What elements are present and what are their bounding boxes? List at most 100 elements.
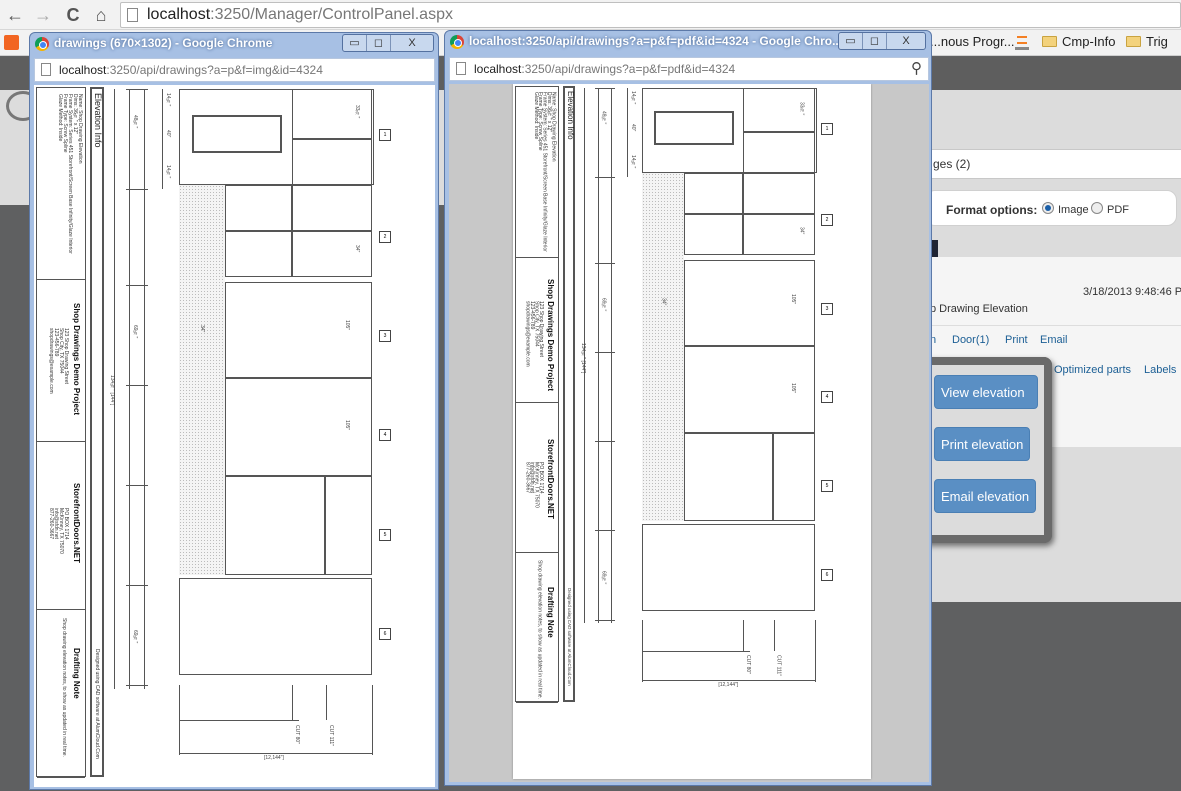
bookmark-folder-trig[interactable]: Trig [1126,34,1168,49]
window-title: localhost:3250/api/drawings?a=p&f=pdf&id… [469,34,843,48]
home-button[interactable]: ⌂ [90,4,112,26]
window-address-bar[interactable]: localhost:3250/api/drawings?a=p&f=img&id… [34,58,435,82]
dim-label: 105" [789,293,796,304]
dim-label: 33⅞" [798,101,805,116]
lite [683,173,744,215]
dimension-tick [126,89,148,90]
folder-icon [1042,36,1057,47]
dimension-line [773,619,775,651]
pages-tab[interactable]: ges (2) [933,157,970,171]
chrome-icon [35,37,49,51]
dimension-line [144,89,145,689]
lite [743,214,815,256]
window-url: localhost:3250/api/drawings?a=p&f=pdf&id… [474,62,736,76]
link-print[interactable]: Print [1005,334,1028,346]
close-button[interactable]: X [887,33,925,49]
minimize-button[interactable]: ▭ [839,33,863,49]
address-url: localhost:3250/Manager/ControlPanel.aspx [147,6,453,23]
link-door[interactable]: Door(1) [952,334,989,346]
lite [642,524,815,611]
page-icon [41,63,51,76]
callout-tag: 3 [379,330,391,342]
dim-label: 34" [798,226,805,235]
callout-tag: 6 [379,628,391,640]
dim-label: 105" [344,320,350,331]
dim-label: 69⅝" [600,298,607,312]
dimension-line [627,87,629,177]
maximize-button[interactable]: ◻ [367,35,391,51]
callout-tag: 5 [821,480,833,493]
link-email[interactable]: Email [1040,334,1068,346]
dim-label: 14⅝" [165,93,171,107]
dimension-tick [126,189,148,190]
project-title: Shop Drawings Demo Project [545,278,555,391]
dim-label: 105" [789,383,796,394]
close-button[interactable]: X [391,35,433,51]
lite [683,433,773,522]
overall-height-dim: 134⅝" [144"] [109,375,115,406]
elevation-info-strip: Elevation Info Designed using CAD softwar… [90,87,104,777]
bookmark-folder-cmp-info[interactable]: Cmp-Info [1042,34,1115,49]
lite [772,433,815,522]
address-bar[interactable]: localhost:3250/Manager/ControlPanel.aspx [120,2,1181,28]
window-url: localhost:3250/api/drawings?a=p&f=img&id… [59,63,323,77]
lite [179,578,372,675]
elevation-drawing: Name: Shop Drawing Elevation Dims: 36⅝" x… [34,85,435,787]
page-icon [127,8,138,22]
timestamp: 3/18/2013 9:48:46 PM [1083,286,1181,298]
dimension-tick [126,585,148,586]
lite [225,185,292,231]
company-line: 877-260-3667 [524,461,531,493]
forward-button[interactable]: → [32,4,54,26]
callout-tag: 3 [821,302,833,315]
link-optimized-parts[interactable]: Optimized parts [1054,364,1131,376]
stackoverflow-icon[interactable] [1015,34,1029,50]
dim-label: 40" [165,130,171,138]
project-title: Shop Drawings Demo Project [72,303,81,416]
dim-label: 69⅝" [600,570,607,584]
dimension-tick [595,530,615,532]
awning-vent [654,110,735,145]
dimension-line [642,650,750,652]
folder-icon [1126,36,1141,47]
dimension-tick [595,619,615,621]
dimension-line [597,87,599,624]
lite [225,476,325,575]
zoom-magnifier-icon[interactable]: ⚲ [911,59,922,77]
awning-vent [192,115,282,153]
format-options-label: Format options: [946,203,1038,217]
bookmark-item[interactable]: ...nous Progr... [930,34,1015,49]
dim-label: 14⅝" [165,165,171,179]
format-pdf-label: PDF [1107,204,1129,216]
callout-tag: 2 [821,214,833,227]
pdf-viewport: Name: Shop Drawing Elevation Dims: 36⅝" x… [449,84,929,782]
dim-label: 48⅝" [600,110,607,125]
app-shortcut-icon[interactable] [4,35,19,50]
email-elevation-button[interactable]: Email elevation [934,479,1036,513]
window-address-bar[interactable]: localhost:3250/api/drawings?a=p&f=pdf&id… [449,57,929,81]
link-labels[interactable]: Labels [1144,364,1176,376]
note-text: Shop drawing elevation notes, to show as… [61,618,67,757]
minimize-button[interactable]: ▭ [343,35,367,51]
title-block: Name: Shop Drawing Elevation Dims: 36⅝" x… [36,87,86,778]
callout-tag: 4 [379,429,391,441]
back-button[interactable]: ← [4,4,26,26]
print-elevation-button[interactable]: Print elevation [934,427,1030,461]
reload-button[interactable]: C [62,4,84,26]
callout-tag: 1 [379,129,391,141]
dimension-line [292,685,293,720]
callout-tag: 5 [379,529,391,541]
callout-tag: 6 [821,568,833,581]
lite [292,89,372,139]
dimension-line [179,753,372,754]
image-drawing-window: drawings (670×1302) - Google Chrome ▭ ◻ … [29,32,439,790]
format-pdf-radio[interactable] [1091,202,1103,214]
overall-width-dim: [12,144"] [718,682,739,689]
maximize-button[interactable]: ◻ [863,33,887,49]
dimension-tick [126,685,148,686]
elevation-drawing: Name: Shop Drawing Elevation Dims: 36⅝" x… [513,84,871,779]
cut-dim: CUT 80" [745,655,752,675]
format-image-radio[interactable] [1042,202,1054,214]
view-elevation-button[interactable]: View elevation [934,375,1038,409]
window-controls: ▭ ◻ X [838,32,926,50]
